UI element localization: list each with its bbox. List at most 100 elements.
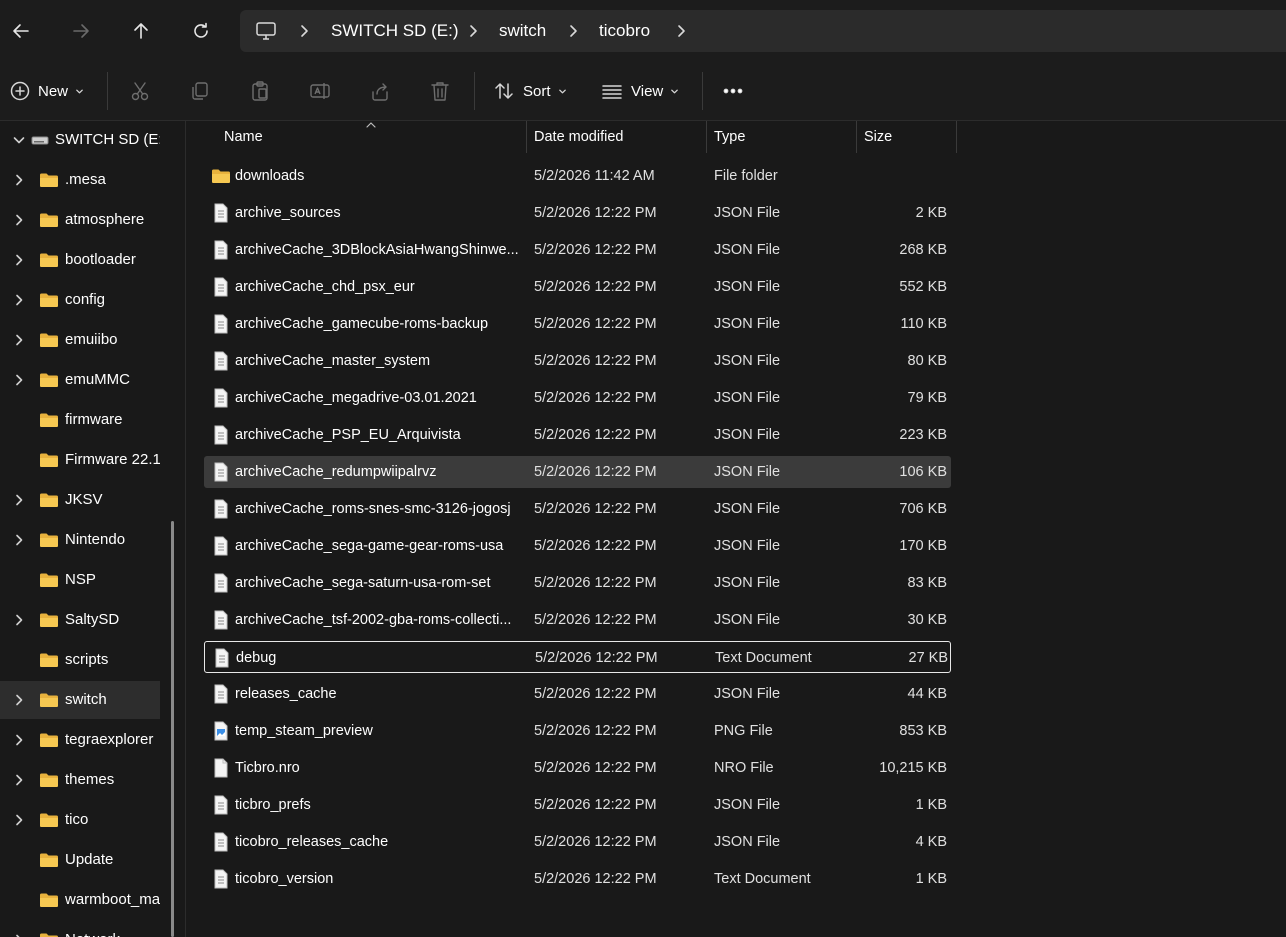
file-row[interactable]: archiveCache_PSP_EU_Arquivista 5/2/2026 1… xyxy=(204,419,951,451)
column-header-date[interactable]: Date modified xyxy=(534,121,623,153)
sidebar-item[interactable]: NSP xyxy=(0,561,160,599)
file-row[interactable]: archiveCache_redumpwiipalrvz 5/2/2026 12:… xyxy=(204,456,951,488)
column-header-size[interactable]: Size xyxy=(864,121,892,153)
chevron-right-icon[interactable] xyxy=(12,373,26,387)
file-row[interactable]: archiveCache_chd_psx_eur 5/2/2026 12:22 P… xyxy=(204,271,951,303)
clipboard-icon xyxy=(252,81,268,101)
file-row[interactable]: archiveCache_sega-game-gear-roms-usa 5/2/… xyxy=(204,530,951,562)
file-type: JSON File xyxy=(714,390,781,406)
sidebar-item[interactable]: bootloader xyxy=(0,241,160,279)
breadcrumb-chevron-icon[interactable] xyxy=(296,23,312,39)
toolbar-divider xyxy=(474,72,475,110)
sidebar-item[interactable]: .mesa xyxy=(0,161,160,199)
chevron-right-icon[interactable] xyxy=(12,533,26,547)
sidebar-item[interactable]: tico xyxy=(0,801,160,839)
sidebar-item[interactable]: scripts xyxy=(0,641,160,679)
sidebar-item[interactable]: themes xyxy=(0,761,160,799)
chevron-right-icon[interactable] xyxy=(12,933,26,937)
sidebar-item[interactable]: atmosphere xyxy=(0,201,160,239)
file-size: 4 KB xyxy=(915,834,947,850)
cut-button[interactable] xyxy=(129,62,151,120)
column-divider[interactable] xyxy=(706,121,707,153)
sidebar-item[interactable]: switch xyxy=(0,681,160,719)
column-header-type[interactable]: Type xyxy=(714,121,745,153)
chevron-right-icon[interactable] xyxy=(12,733,26,747)
chevron-right-icon[interactable] xyxy=(12,253,26,267)
file-row[interactable]: debug 5/2/2026 12:22 PM Text Document 27 KB xyxy=(204,641,951,673)
file-size: 79 KB xyxy=(907,390,948,406)
column-header-name[interactable]: Name xyxy=(224,121,263,153)
folder-icon xyxy=(39,292,59,312)
chevron-right-icon[interactable] xyxy=(12,493,26,507)
copy-button[interactable] xyxy=(189,62,211,120)
forward-button[interactable] xyxy=(61,12,101,50)
sidebar-item[interactable]: Nintendo xyxy=(0,521,160,559)
file-row[interactable]: archiveCache_megadrive-03.01.2021 5/2/202… xyxy=(204,382,951,414)
sidebar-item[interactable]: emuMMC xyxy=(0,361,160,399)
sidebar-item[interactable]: emuiibo xyxy=(0,321,160,359)
file-row[interactable]: archiveCache_master_system 5/2/2026 12:22… xyxy=(204,345,951,377)
paste-button[interactable] xyxy=(249,62,271,120)
this-pc-button[interactable] xyxy=(255,10,277,52)
file-row[interactable]: ticobro_version 5/2/2026 12:22 PM Text Doc… xyxy=(204,863,951,895)
file-row[interactable]: archive_sources 5/2/2026 12:22 PM JSON Fil… xyxy=(204,197,951,229)
breadcrumb[interactable]: SWITCH SD (E:) switch ticobro xyxy=(240,10,1286,52)
breadcrumb-item-switch[interactable]: switch xyxy=(499,10,546,52)
share-button[interactable] xyxy=(369,62,391,120)
file-row[interactable]: temp_steam_preview 5/2/2026 12:22 PM PNG F… xyxy=(204,715,951,747)
column-divider[interactable] xyxy=(856,121,857,153)
file-row[interactable]: archiveCache_tsf-2002-gba-roms-collecti.… xyxy=(204,604,951,636)
file-row[interactable]: ticobro_releases_cache 5/2/2026 12:22 PM J… xyxy=(204,826,951,858)
chevron-right-icon[interactable] xyxy=(12,813,26,827)
chevron-right-icon[interactable] xyxy=(12,173,26,187)
chevron-right-icon[interactable] xyxy=(12,293,26,307)
sort-button[interactable]: Sort xyxy=(493,62,567,120)
chevron-right-icon[interactable] xyxy=(12,773,26,787)
more-options-button[interactable] xyxy=(721,62,745,120)
sidebar-scrollbar[interactable] xyxy=(171,521,174,937)
breadcrumb-item-drive[interactable]: SWITCH SD (E:) xyxy=(331,10,459,52)
back-button[interactable] xyxy=(1,12,41,50)
file-row[interactable]: archiveCache_gamecube-roms-backup 5/2/202… xyxy=(204,308,951,340)
sidebar-item[interactable]: warmboot_mariko xyxy=(0,881,160,919)
file-row[interactable]: archiveCache_roms-snes-smc-3126-jogosj 5/… xyxy=(204,493,951,525)
sidebar-item[interactable]: firmware xyxy=(0,401,160,439)
file-type: JSON File xyxy=(714,538,781,554)
breadcrumb-chevron-icon[interactable] xyxy=(565,23,581,39)
sidebar-item[interactable]: JKSV xyxy=(0,481,160,519)
chevron-right-icon[interactable] xyxy=(12,693,26,707)
chevron-down-icon[interactable] xyxy=(12,133,26,147)
delete-button[interactable] xyxy=(429,62,451,120)
breadcrumb-chevron-icon[interactable] xyxy=(673,23,689,39)
scissors-icon xyxy=(131,82,149,101)
refresh-button[interactable] xyxy=(181,12,221,50)
folder-icon xyxy=(39,892,59,912)
sidebar-item[interactable]: config xyxy=(0,281,160,319)
new-button[interactable]: New xyxy=(10,62,84,120)
chevron-right-icon[interactable] xyxy=(12,613,26,627)
file-row[interactable]: archiveCache_3DBlockAsiaHwangShinwe... 5/… xyxy=(204,234,951,266)
file-row[interactable]: ticbro_prefs 5/2/2026 12:22 PM JSON File 1 … xyxy=(204,789,951,821)
file-row[interactable]: archiveCache_sega-saturn-usa-rom-set 5/2/… xyxy=(204,567,951,599)
sidebar-item-drive[interactable]: SWITCH SD (E:) xyxy=(0,121,160,159)
sidebar-item[interactable]: tegraexplorer xyxy=(0,721,160,759)
file-row[interactable]: downloads 5/2/2026 11:42 AM File folder xyxy=(204,160,951,192)
view-button[interactable]: View xyxy=(601,62,679,120)
chevron-right-icon[interactable] xyxy=(12,213,26,227)
sidebar-item[interactable]: Firmware 22.1.0 xyxy=(0,441,160,479)
breadcrumb-chevron-icon[interactable] xyxy=(465,23,481,39)
file-size: 2 KB xyxy=(915,205,947,221)
breadcrumb-item-ticobro[interactable]: ticobro xyxy=(599,10,650,52)
sidebar-item[interactable]: SaltySD xyxy=(0,601,160,639)
chevron-right-icon[interactable] xyxy=(12,333,26,347)
chevron-down-icon xyxy=(558,89,566,93)
column-divider[interactable] xyxy=(526,121,527,153)
file-row[interactable]: releases_cache 5/2/2026 12:22 PM JSON File… xyxy=(204,678,951,710)
file-row[interactable]: Ticbro.nro 5/2/2026 12:22 PM NRO File 10,21… xyxy=(204,752,951,784)
up-button[interactable] xyxy=(121,12,161,50)
sidebar-item[interactable]: Network xyxy=(0,921,160,937)
column-divider[interactable] xyxy=(956,121,957,153)
file-size: 30 KB xyxy=(907,612,948,628)
sidebar-item[interactable]: Update xyxy=(0,841,160,879)
rename-button[interactable] xyxy=(309,62,331,120)
